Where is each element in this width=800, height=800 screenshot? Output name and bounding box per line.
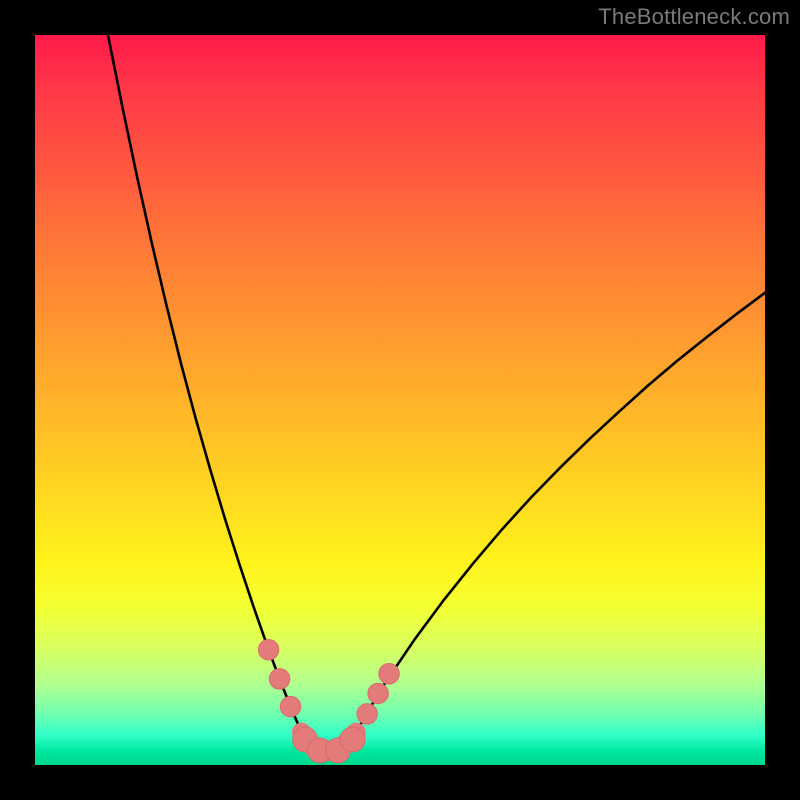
outer-frame: TheBottleneck.com (0, 0, 800, 800)
marker-dot (368, 683, 388, 703)
chart-svg (35, 35, 765, 765)
watermark-text: TheBottleneck.com (598, 4, 790, 30)
right-curve (356, 293, 765, 732)
left-curve (108, 35, 301, 732)
marker-dot (357, 704, 377, 724)
marker-layer (258, 639, 399, 762)
marker-dot (280, 696, 300, 716)
marker-dot (379, 664, 399, 684)
marker-dot (269, 669, 289, 689)
plot-area (35, 35, 765, 765)
marker-dot (258, 639, 278, 659)
marker-dot (340, 727, 365, 752)
curve-layer (108, 35, 765, 752)
